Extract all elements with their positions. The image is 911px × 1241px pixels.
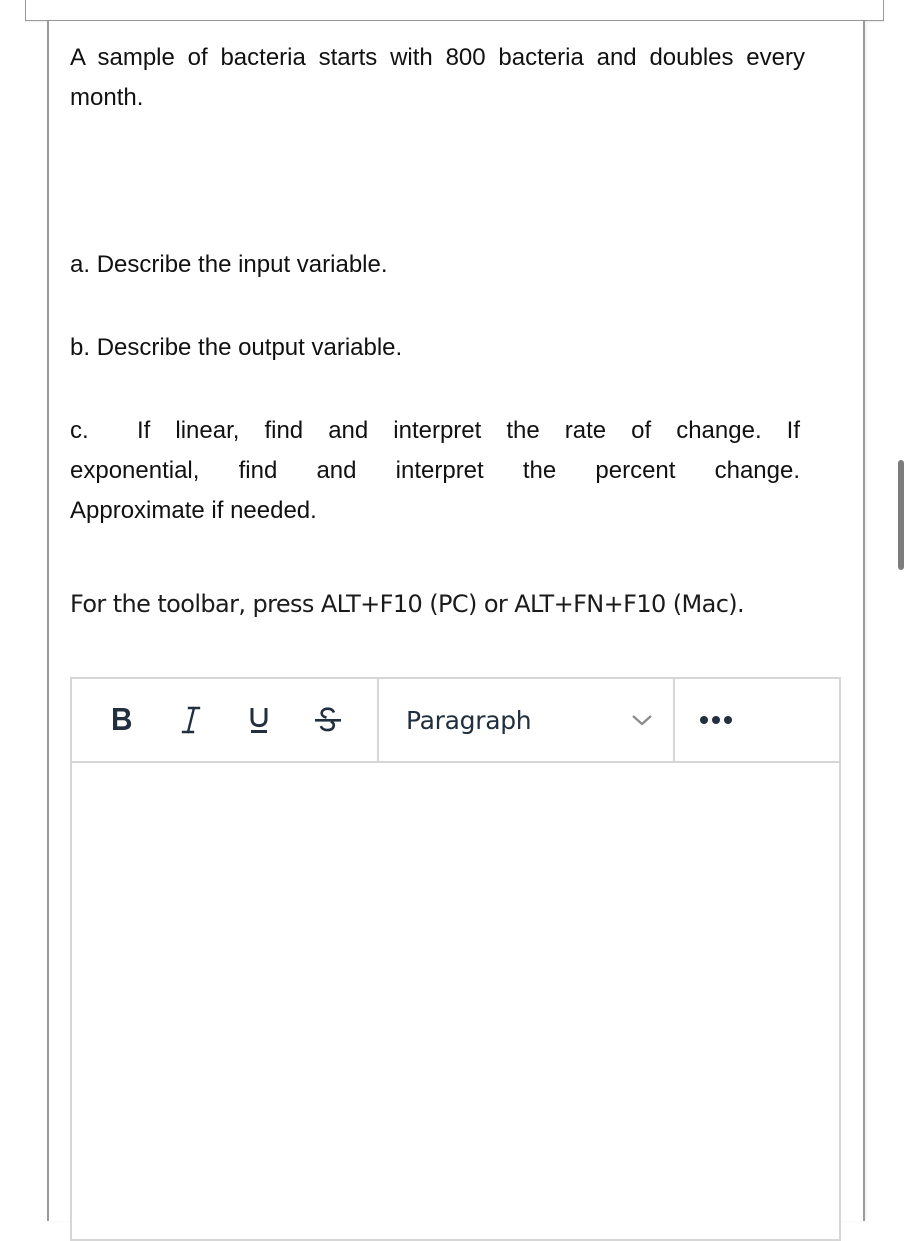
part-c-line-3: Approximate if needed. — [70, 497, 317, 524]
format-button-group — [72, 679, 379, 761]
bold-button[interactable] — [102, 699, 142, 741]
part-b-text: Describe the output variable. — [96, 334, 403, 361]
editor-toolbar: Paragraph — [72, 679, 839, 763]
strikethrough-button[interactable] — [308, 699, 348, 741]
question-intro: A sample of bacteria starts with 800 bac… — [70, 44, 805, 111]
block-format-selected: Paragraph — [406, 705, 532, 735]
scrollbar-thumb[interactable] — [898, 460, 904, 570]
block-format-dropdown[interactable]: Paragraph — [379, 679, 675, 761]
bold-icon — [112, 708, 131, 730]
strikethrough-icon — [315, 707, 342, 732]
answer-text-area[interactable] — [72, 763, 839, 1239]
italic-button[interactable] — [171, 699, 211, 741]
question-part-a: a. Describe the input variable. — [70, 245, 388, 285]
part-c-line-1: c. If linear, find and interpret the rate… — [70, 411, 800, 451]
question-part-b: b. Describe the output variable. — [70, 328, 402, 368]
more-options-button[interactable] — [675, 679, 835, 761]
italic-icon — [181, 706, 200, 734]
toolbar-shortcut-hint: For the toolbar, press ALT+F10 (PC) or A… — [70, 590, 745, 618]
part-b-label: b. — [70, 334, 91, 361]
part-c-line-1-text: If linear, find and interpret the rate o… — [137, 417, 800, 444]
part-a-text: Describe the input variable. — [96, 251, 388, 278]
part-c-label: c. — [70, 417, 89, 444]
part-c-line-2: exponential, find and interpret the perc… — [70, 457, 800, 484]
underline-button[interactable] — [240, 699, 280, 741]
chevron-down-icon — [631, 713, 653, 727]
question-part-c: c. If linear, find and interpret the rate… — [70, 411, 800, 531]
previous-question-box — [25, 0, 884, 21]
underline-icon — [250, 708, 268, 733]
rich-text-editor: Paragraph — [70, 677, 841, 1241]
part-a-label: a. — [70, 251, 91, 278]
more-horizontal-icon — [699, 714, 735, 726]
